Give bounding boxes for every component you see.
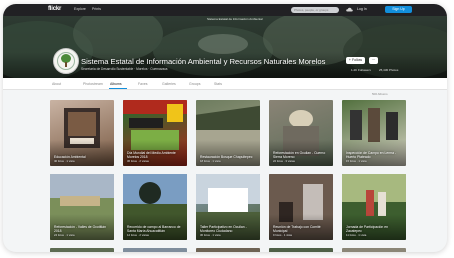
- album-meta: 40 fotos · 1 vista: [54, 159, 75, 163]
- album-card-partial[interactable]: [50, 248, 114, 252]
- login-link[interactable]: Log In: [357, 7, 367, 11]
- album-card[interactable]: Reforestación en Ocuilan - Cuerno Sierra…: [269, 100, 333, 166]
- album-card[interactable]: Reunión de Trabajo con Comité Municipal 9…: [269, 174, 333, 240]
- organization-name: Sistema Estatal de Información Ambiental…: [81, 57, 326, 66]
- album-meta: 12 fotos · 2 vistas: [127, 233, 149, 237]
- tab-photostream[interactable]: Photostream: [83, 82, 103, 86]
- album-card[interactable]: Educación Ambiental 40 fotos · 1 vista: [50, 100, 114, 166]
- album-title: Recorrido de campo al Barranco de Santa …: [127, 225, 185, 237]
- profile-tabs: About Photostream Albums Faves Galleries…: [3, 78, 447, 90]
- organization-subtitle: Secretaría de Desarrollo Sustentable · M…: [81, 67, 168, 71]
- album-card-partial[interactable]: [196, 248, 260, 252]
- album-meta: 22 fotos · 3 vistas: [273, 159, 295, 163]
- tab-groups[interactable]: Groups: [189, 82, 200, 86]
- album-card[interactable]: Reforestación - Valles de Ocotitlán 2018…: [50, 174, 114, 240]
- album-title: Educación Ambiental 40 fotos · 1 vista: [54, 155, 112, 163]
- album-card-partial[interactable]: [123, 248, 187, 252]
- album-title: Jornada de Participación en Zacatepec 11 …: [346, 225, 404, 237]
- organization-avatar[interactable]: [53, 48, 79, 74]
- album-title: Restauración Bosque Chapultepec 18 fotos …: [200, 155, 258, 163]
- top-navigation-bar: flickr Explore Prints Photos, people, or…: [3, 4, 447, 16]
- active-tab-indicator: [109, 88, 127, 89]
- album-card[interactable]: Recorrido de campo al Barranco de Santa …: [123, 174, 187, 240]
- tab-albums[interactable]: Albums: [110, 82, 122, 86]
- album-card[interactable]: Día Mundial del Medio Ambiente Morelos 2…: [123, 100, 187, 166]
- album-title: Taller Participativo en Ocuilan - Monito…: [200, 225, 258, 237]
- album-title: Día Mundial del Medio Ambiente Morelos 2…: [127, 151, 185, 163]
- albums-count: 500 Albums: [372, 92, 388, 96]
- tab-stats[interactable]: Stats: [214, 82, 222, 86]
- album-card-partial[interactable]: [269, 248, 333, 252]
- browser-window: flickr Explore Prints Photos, people, or…: [3, 4, 447, 252]
- album-meta: 11 fotos · 1 vista: [346, 233, 367, 237]
- album-title: Inspección de Campo en Lerma - Huerto Pl…: [346, 151, 404, 163]
- followers-count[interactable]: 1.2K Followers: [351, 68, 371, 72]
- album-meta: 30 fotos · 1 vista: [200, 233, 221, 237]
- album-card[interactable]: Taller Participativo en Ocuilan - Monito…: [196, 174, 260, 240]
- album-card[interactable]: Restauración Bosque Chapultepec 18 fotos …: [196, 100, 260, 166]
- album-meta: 24 fotos · 1 vista: [54, 233, 75, 237]
- photos-count: 25,430 Photos: [379, 68, 399, 72]
- signup-button[interactable]: Sign Up: [385, 6, 412, 13]
- album-meta: 9 fotos · 1 vista: [273, 233, 292, 237]
- album-meta: 18 fotos · 1 vista: [200, 159, 221, 163]
- album-meta: 15 fotos · 1 vista: [346, 159, 367, 163]
- more-options-button[interactable]: ···: [369, 57, 378, 64]
- album-card[interactable]: Jornada de Participación en Zacatepec 11 …: [342, 174, 406, 240]
- album-card[interactable]: Inspección de Campo en Lerma - Huerto Pl…: [342, 100, 406, 166]
- nav-explore[interactable]: Explore: [74, 7, 86, 11]
- flickr-logo[interactable]: flickr: [48, 6, 61, 12]
- album-title: Reforestación en Ocuilan - Cuerno Sierra…: [273, 151, 331, 163]
- album-title: Reforestación - Valles de Ocotitlán 2018…: [54, 225, 112, 237]
- tab-galleries[interactable]: Galleries: [162, 82, 176, 86]
- follow-button[interactable]: + Follow: [346, 57, 365, 64]
- album-meta: 36 fotos · 2 vistas: [127, 159, 149, 163]
- album-title: Reunión de Trabajo con Comité Municipal 9…: [273, 225, 331, 237]
- search-input[interactable]: Photos, people, or groups: [291, 7, 339, 13]
- nav-prints[interactable]: Prints: [92, 7, 101, 11]
- banner-caption: Sistema Estatal de Información Ambiental: [207, 17, 263, 21]
- album-card-partial[interactable]: [342, 248, 406, 252]
- upload-cloud-icon[interactable]: [346, 7, 353, 12]
- tab-faves[interactable]: Faves: [138, 82, 148, 86]
- tab-about[interactable]: About: [52, 82, 61, 86]
